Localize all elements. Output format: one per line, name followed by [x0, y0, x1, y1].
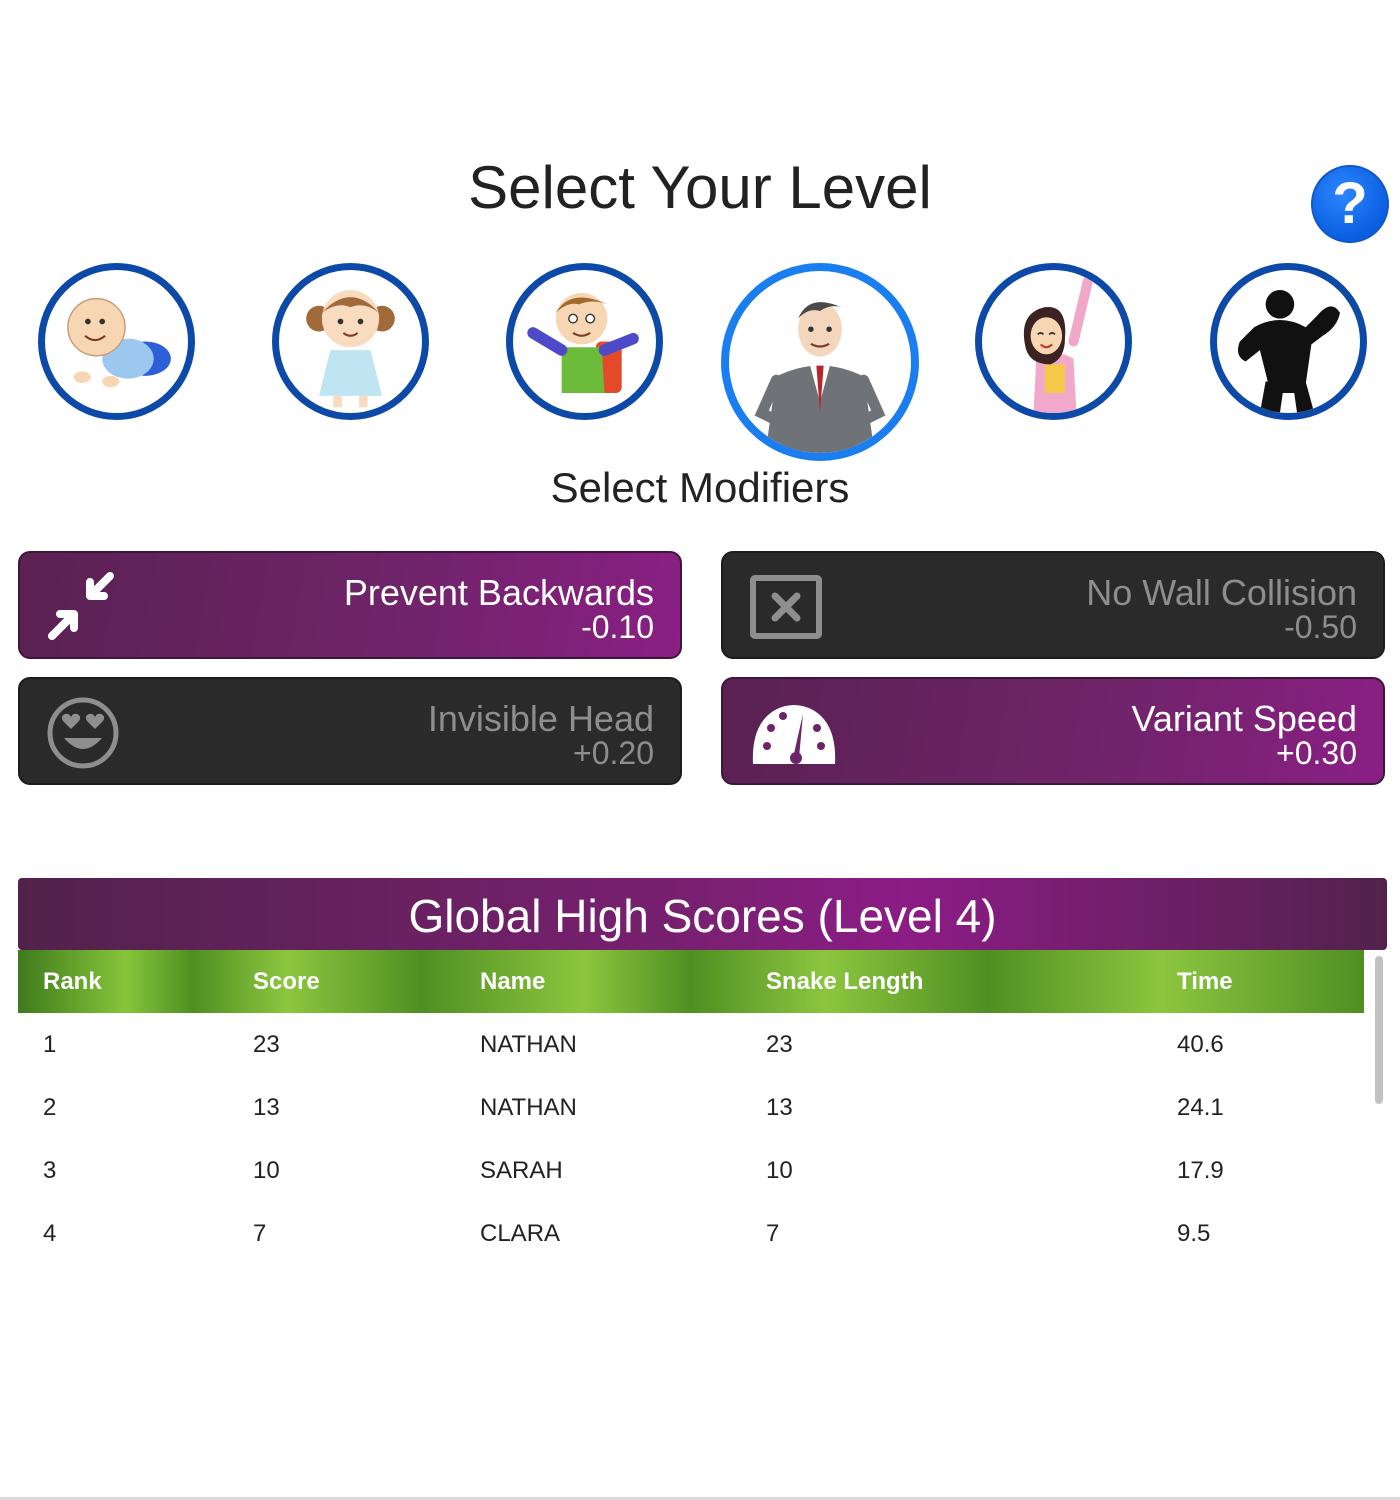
cell-score: 13: [253, 1093, 280, 1121]
modifier-no-wall-collision[interactable]: No Wall Collision -0.50: [721, 551, 1385, 659]
table-header-row: Rank Score Name Snake Length Time: [18, 950, 1364, 1013]
businessman-icon: [754, 301, 886, 453]
modifier-name: Invisible Head: [427, 698, 654, 739]
speedometer-icon: [752, 705, 836, 764]
modifier-value: -0.10: [581, 609, 654, 645]
compress-arrows-icon: [48, 572, 114, 640]
modifier-value: -0.50: [1284, 609, 1357, 645]
level-1-baby[interactable]: [38, 263, 195, 420]
cell-snake-length: 23: [766, 1030, 793, 1058]
table-row: 2 13 NATHAN 13 24.1: [18, 1076, 1364, 1139]
column-header-snake-length: Snake Length: [766, 967, 924, 995]
modifier-name: No Wall Collision: [1086, 572, 1357, 613]
column-header-score: Score: [253, 967, 320, 995]
heart-eyes-icon: [47, 697, 119, 769]
high-scores-table[interactable]: Rank Score Name Snake Length Time 1 23 N…: [18, 950, 1387, 1264]
bodybuilder-icon: [1237, 290, 1340, 413]
table-row: 3 10 SARAH 10 17.9: [18, 1139, 1364, 1202]
cell-snake-length: 10: [766, 1156, 793, 1184]
girl-icon: [306, 290, 395, 408]
column-header-time: Time: [1177, 967, 1233, 995]
level-selector: [0, 0, 1400, 470]
column-header-name: Name: [480, 967, 546, 995]
modifier-value: +0.20: [573, 735, 654, 771]
level-4-businessman[interactable]: [721, 263, 919, 461]
modifiers-title: Select Modifiers: [550, 464, 850, 511]
table-scrollbar[interactable]: [1375, 956, 1383, 1104]
cell-score: 23: [253, 1030, 280, 1058]
cell-score: 10: [253, 1156, 280, 1184]
cell-snake-length: 13: [766, 1093, 793, 1121]
woman-icon: [1023, 276, 1093, 413]
cell-rank: 3: [43, 1156, 57, 1184]
schoolboy-icon: [527, 292, 639, 393]
box-x-icon: [750, 575, 822, 639]
level-6-bodybuilder[interactable]: [1210, 263, 1367, 420]
modifier-invisible-head[interactable]: Invisible Head +0.20: [18, 677, 682, 785]
level-2-toddler[interactable]: [272, 263, 429, 420]
modifier-prevent-backwards[interactable]: Prevent Backwards -0.10: [18, 551, 682, 659]
cell-name: NATHAN: [480, 1030, 577, 1058]
cell-snake-length: 7: [766, 1219, 780, 1247]
modifier-variant-speed[interactable]: Variant Speed +0.30: [721, 677, 1385, 785]
cell-name: CLARA: [480, 1219, 561, 1247]
modifier-name: Prevent Backwards: [343, 572, 654, 613]
cell-time: 9.5: [1177, 1219, 1211, 1247]
cell-rank: 2: [43, 1093, 57, 1121]
baby-icon: [67, 297, 171, 388]
modifier-name: Variant Speed: [1131, 698, 1358, 739]
cell-name: NATHAN: [480, 1093, 577, 1121]
cell-time: 17.9: [1177, 1156, 1224, 1184]
cell-rank: 4: [43, 1219, 57, 1247]
cell-name: SARAH: [480, 1156, 563, 1184]
cell-score: 7: [253, 1219, 267, 1247]
cell-time: 24.1: [1177, 1093, 1224, 1121]
level-5-woman[interactable]: [975, 263, 1132, 420]
level-3-schoolboy[interactable]: [506, 263, 663, 420]
cell-rank: 1: [43, 1030, 57, 1058]
high-scores-title: Global High Scores (Level 4): [18, 878, 1387, 950]
modifier-value: +0.30: [1276, 735, 1357, 771]
page: Select Your Level ? Select Modifiers Pre…: [0, 0, 1400, 1500]
cell-time: 40.6: [1177, 1030, 1224, 1058]
table-row: 4 7 CLARA 7 9.5: [18, 1202, 1364, 1264]
table-row: 1 23 NATHAN 23 40.6: [18, 1013, 1364, 1076]
column-header-rank: Rank: [43, 967, 102, 995]
